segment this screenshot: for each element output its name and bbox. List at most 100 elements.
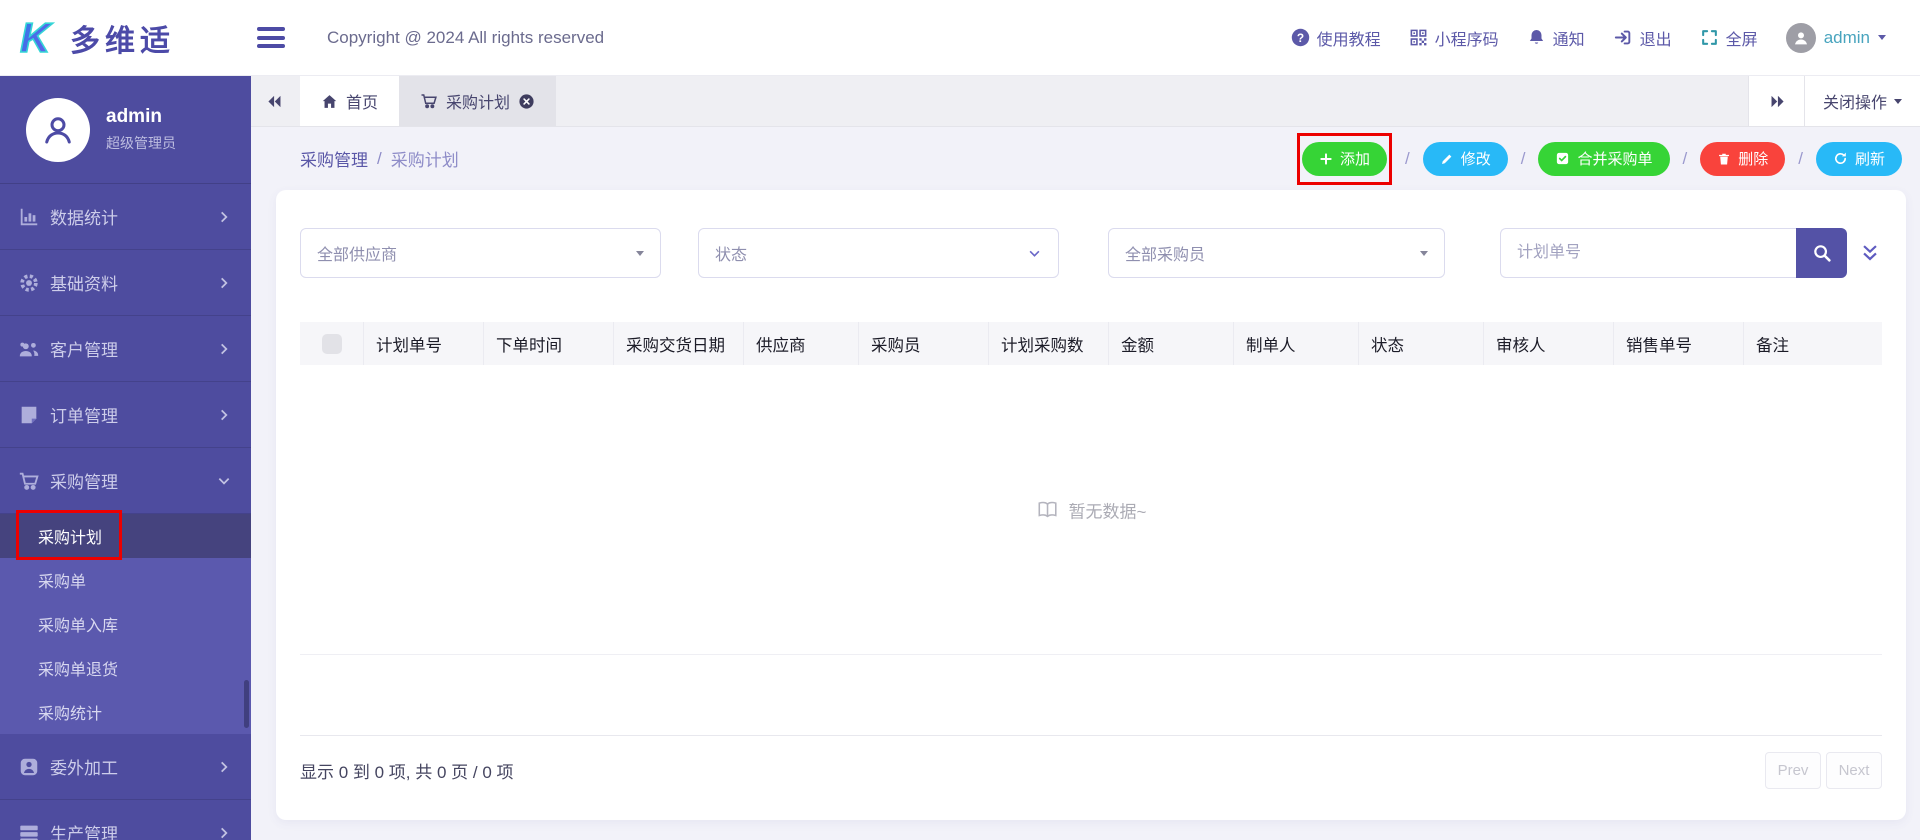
double-chevron-left-icon — [268, 95, 281, 107]
buyer-select-value: 全部采购员 — [1125, 247, 1206, 264]
select-all-checkbox[interactable] — [321, 333, 342, 354]
search-button[interactable] — [1796, 228, 1847, 278]
buyer-select[interactable]: 全部采购员 — [1108, 228, 1445, 278]
notice-label: 通知 — [1552, 31, 1585, 49]
fullscreen-link[interactable]: 全屏 — [1700, 26, 1758, 50]
sidebar-item-purchasing[interactable]: 采购管理 — [0, 448, 251, 514]
tab-purchase-plan[interactable]: 采购计划 — [399, 76, 557, 126]
refresh-icon — [1835, 152, 1846, 164]
column-header: 销售单号 — [1614, 322, 1744, 365]
caret-down-icon — [1894, 98, 1902, 104]
user-name: admin — [1823, 27, 1870, 47]
sidebar-submenu-item-purchase-stats[interactable]: 采购统计 — [0, 690, 251, 734]
notice-link[interactable]: 通知 — [1527, 26, 1585, 50]
breadcrumb-parent[interactable]: 采购管理 — [300, 146, 368, 171]
cart-icon — [18, 470, 40, 492]
sidebar-item-customers[interactable]: 客户管理 — [0, 316, 251, 382]
double-chevron-right-icon — [1771, 95, 1784, 107]
delete-button[interactable]: 删除 — [1700, 141, 1786, 176]
chevron-right-icon — [217, 760, 231, 774]
refresh-button-label: 刷新 — [1854, 151, 1885, 168]
submenu-item-label: 采购单退货 — [38, 662, 119, 679]
fullscreen-icon — [1701, 30, 1717, 45]
prev-page-button[interactable]: Prev — [1765, 752, 1821, 789]
caret-down-icon — [1420, 250, 1428, 256]
column-header: 计划单号 — [364, 322, 484, 365]
bell-icon — [1529, 29, 1543, 44]
merge-purchase-button[interactable]: 合并采购单 — [1538, 141, 1670, 176]
next-page-button[interactable]: Next — [1826, 752, 1882, 789]
chevron-right-icon — [217, 342, 231, 356]
user-menu[interactable]: admin — [1785, 22, 1886, 53]
chevron-right-icon — [217, 826, 231, 840]
table-header-row: 计划单号 下单时间 采购交货日期 供应商 采购员 计划采购数 金额 制单人 状态… — [300, 322, 1882, 365]
sidebar-submenu-item-purchase-plan[interactable]: 采购计划 — [0, 514, 251, 558]
sidebar-item-label: 数据统计 — [50, 209, 118, 228]
logo-text: 多维适 — [70, 24, 175, 58]
sidebar-item-production[interactable]: 生产管理 — [0, 800, 251, 840]
close-operations-dropdown[interactable]: 关闭操作 — [1803, 76, 1920, 126]
sidebar-submenu-item-purchase-order[interactable]: 采购单 — [0, 558, 251, 602]
home-icon — [322, 94, 337, 108]
empty-state: 暂无数据~ — [1036, 497, 1146, 522]
sidebar-item-outsourcing[interactable]: 委外加工 — [0, 734, 251, 800]
submenu-item-label: 采购计划 — [38, 530, 103, 547]
chart-bar-icon — [18, 206, 40, 228]
caret-down-icon — [1878, 35, 1886, 40]
sidebar-item-base-data[interactable]: 基础资料 — [0, 250, 251, 316]
sidebar-submenu-item-purchase-inbound[interactable]: 采购单入库 — [0, 602, 251, 646]
edit-button-label: 修改 — [1460, 151, 1491, 168]
column-header: 下单时间 — [484, 322, 614, 365]
plan-number-input[interactable] — [1500, 228, 1796, 278]
sidebar-item-orders[interactable]: 订单管理 — [0, 382, 251, 448]
sidebar-avatar — [26, 97, 90, 162]
menu-toggle-button[interactable] — [257, 23, 285, 53]
search-group — [1500, 228, 1847, 278]
add-button[interactable]: 添加 — [1301, 141, 1387, 176]
column-header: 计划采购数 — [989, 322, 1109, 365]
tab-close-icon[interactable] — [518, 93, 535, 110]
file-icon — [18, 404, 40, 426]
sidebar-user-role: 超级管理员 — [106, 135, 176, 151]
fullscreen-label: 全屏 — [1725, 31, 1758, 49]
toolbar-separator: / — [1520, 148, 1526, 168]
help-link[interactable]: ? 使用教程 — [1291, 26, 1381, 50]
status-select[interactable]: 状态 — [698, 228, 1059, 278]
pencil-icon — [1441, 154, 1452, 164]
sidebar-user-panel: admin 超级管理员 — [0, 76, 251, 184]
sidebar-submenu-purchasing: 采购计划 采购单 采购单入库 采购单退货 采购统计 — [0, 514, 251, 734]
edit-button[interactable]: 修改 — [1422, 141, 1508, 176]
delete-button-label: 删除 — [1738, 151, 1769, 168]
sidebar-scrollbar[interactable] — [244, 680, 249, 728]
filter-expand-toggle[interactable] — [1859, 242, 1881, 264]
miniprogram-link[interactable]: 小程序码 — [1409, 26, 1499, 50]
tab-home[interactable]: 首页 — [300, 76, 400, 126]
logout-label: 退出 — [1639, 31, 1672, 49]
pagination-summary: 显示 0 到 0 项, 共 0 页 / 0 项 — [300, 763, 514, 782]
app-logo: K 多维适 — [0, 16, 251, 60]
check-square-icon — [1557, 152, 1569, 165]
close-operations-label: 关闭操作 — [1822, 95, 1887, 112]
add-button-label: 添加 — [1339, 151, 1370, 168]
sidebar-submenu-item-purchase-return[interactable]: 采购单退货 — [0, 646, 251, 690]
page-content: 采购管理 / 采购计划 添加 / 修改 / 合并采购单 / 删除 / 刷新 全部… — [251, 127, 1920, 840]
sidebar-item-data-stats[interactable]: 数据统计 — [0, 184, 251, 250]
column-header: 审核人 — [1484, 322, 1614, 365]
user-avatar — [1785, 22, 1816, 53]
sidebar: admin 超级管理员 数据统计 基础资料 客户管理 订单管理 采购管理 采购计… — [0, 76, 251, 840]
empty-book-icon — [1038, 501, 1057, 518]
caret-down-icon — [636, 250, 644, 256]
table-card: 全部供应商 状态 全部采购员 计划单号 计划单号 下单时间 采购交货日期 供应商… — [276, 190, 1906, 820]
sidebar-item-label: 采购管理 — [50, 473, 118, 492]
merge-button-label: 合并采购单 — [1577, 151, 1653, 168]
double-chevron-down-icon — [1863, 245, 1877, 261]
supplier-select[interactable]: 全部供应商 — [300, 228, 661, 278]
refresh-button[interactable]: 刷新 — [1815, 141, 1902, 176]
breadcrumb: 采购管理 / 采购计划 — [300, 146, 459, 171]
factory-icon — [18, 822, 40, 840]
tabs-scroll-left-button[interactable] — [251, 76, 300, 126]
tabs-scroll-right-button[interactable] — [1749, 76, 1804, 126]
logout-link[interactable]: 退出 — [1613, 26, 1672, 50]
toolbar: 添加 / 修改 / 合并采购单 / 删除 / 刷新 — [1296, 132, 1902, 185]
table-body: 暂无数据~ — [300, 365, 1882, 655]
